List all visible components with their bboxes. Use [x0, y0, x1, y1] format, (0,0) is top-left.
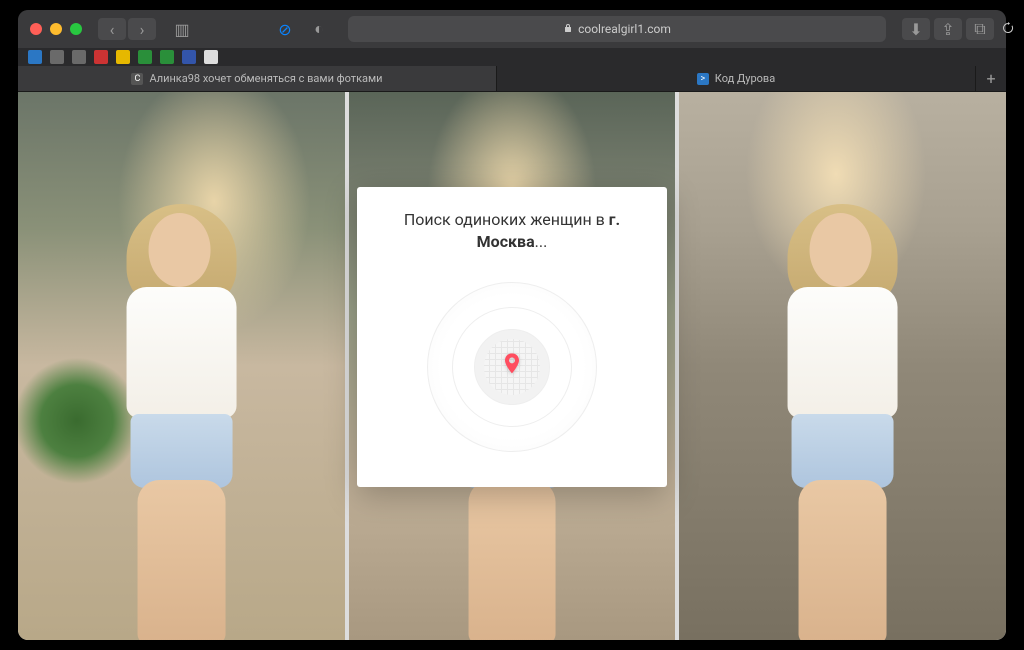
forward-button[interactable]: ›: [128, 18, 156, 40]
person-figure: [90, 213, 273, 624]
bookmark-item[interactable]: [94, 50, 108, 64]
download-icon: ⬇: [909, 20, 922, 39]
chevron-left-icon: ‹: [110, 20, 115, 39]
privacy-icon: ⊘: [278, 20, 291, 39]
lock-icon: [563, 22, 573, 36]
tab-label: Алинка98 хочет обменяться с вами фотками: [149, 72, 382, 85]
modal-text: Поиск одиноких женщин в г. Москва...: [375, 209, 649, 254]
right-toolbar: ⬇ ⇪ ⧉: [902, 18, 994, 40]
sidebar-toggle-button[interactable]: ▥: [168, 18, 196, 40]
browser-tab[interactable]: > Код Дурова: [497, 66, 976, 91]
photo-panel-1: [18, 92, 345, 640]
bookmark-item[interactable]: [182, 50, 196, 64]
modal-text-prefix: Поиск одиноких женщин в: [404, 210, 609, 229]
search-modal: Поиск одиноких женщин в г. Москва...: [357, 187, 667, 487]
reload-button[interactable]: [1002, 22, 1006, 37]
radar-animation: [427, 282, 597, 452]
bookmark-item[interactable]: [116, 50, 130, 64]
reload-icon: [1002, 22, 1006, 34]
shield-icon: ◐: [314, 19, 324, 39]
titlebar: ‹ › ▥ ⊘ ◐ coolrealgirl1.com ⬇ ⇪ ⧉: [18, 10, 1006, 48]
tab-favicon: >: [697, 73, 709, 85]
close-window-button[interactable]: [30, 23, 42, 35]
downloads-button[interactable]: ⬇: [902, 18, 930, 40]
share-button[interactable]: ⇪: [934, 18, 962, 40]
browser-window: ‹ › ▥ ⊘ ◐ coolrealgirl1.com ⬇ ⇪ ⧉ C Алинк…: [18, 10, 1006, 640]
tab-favicon: C: [131, 73, 143, 85]
bookmark-item[interactable]: [72, 50, 86, 64]
bookmarks-bar: [18, 48, 1006, 66]
back-button[interactable]: ‹: [98, 18, 126, 40]
modal-ellipsis: ...: [535, 232, 548, 251]
nav-buttons: ‹ ›: [98, 18, 156, 40]
bookmark-item[interactable]: [50, 50, 64, 64]
browser-tab[interactable]: C Алинка98 хочет обменяться с вами фоткам…: [18, 66, 497, 91]
modal-city: Москва: [477, 232, 535, 251]
bookmark-item[interactable]: [138, 50, 152, 64]
minimize-window-button[interactable]: [50, 23, 62, 35]
page-content: Поиск одиноких женщин в г. Москва...: [18, 92, 1006, 640]
tabs-bar: C Алинка98 хочет обменяться с вами фоткам…: [18, 66, 1006, 92]
window-controls: [30, 23, 82, 35]
sidebar-icon: ▥: [174, 20, 189, 39]
bookmark-item[interactable]: [160, 50, 174, 64]
new-tab-button[interactable]: +: [976, 66, 1006, 91]
bookmark-item[interactable]: [204, 50, 218, 64]
address-bar[interactable]: coolrealgirl1.com: [348, 16, 886, 42]
privacy-report-button[interactable]: ⊘: [272, 18, 298, 40]
tab-label: Код Дурова: [715, 72, 775, 85]
shield-button[interactable]: ◐: [306, 18, 332, 40]
maximize-window-button[interactable]: [70, 23, 82, 35]
chevron-right-icon: ›: [140, 20, 145, 39]
tabs-overview-button[interactable]: ⧉: [966, 18, 994, 40]
share-icon: ⇪: [941, 20, 954, 39]
bookmark-item[interactable]: [28, 50, 42, 64]
person-figure: [751, 213, 934, 624]
location-pin-icon: [503, 354, 521, 372]
modal-city-prefix: г.: [609, 210, 620, 229]
tabs-icon: ⧉: [974, 19, 985, 39]
url-text: coolrealgirl1.com: [578, 22, 671, 36]
photo-panel-3: [679, 92, 1006, 640]
